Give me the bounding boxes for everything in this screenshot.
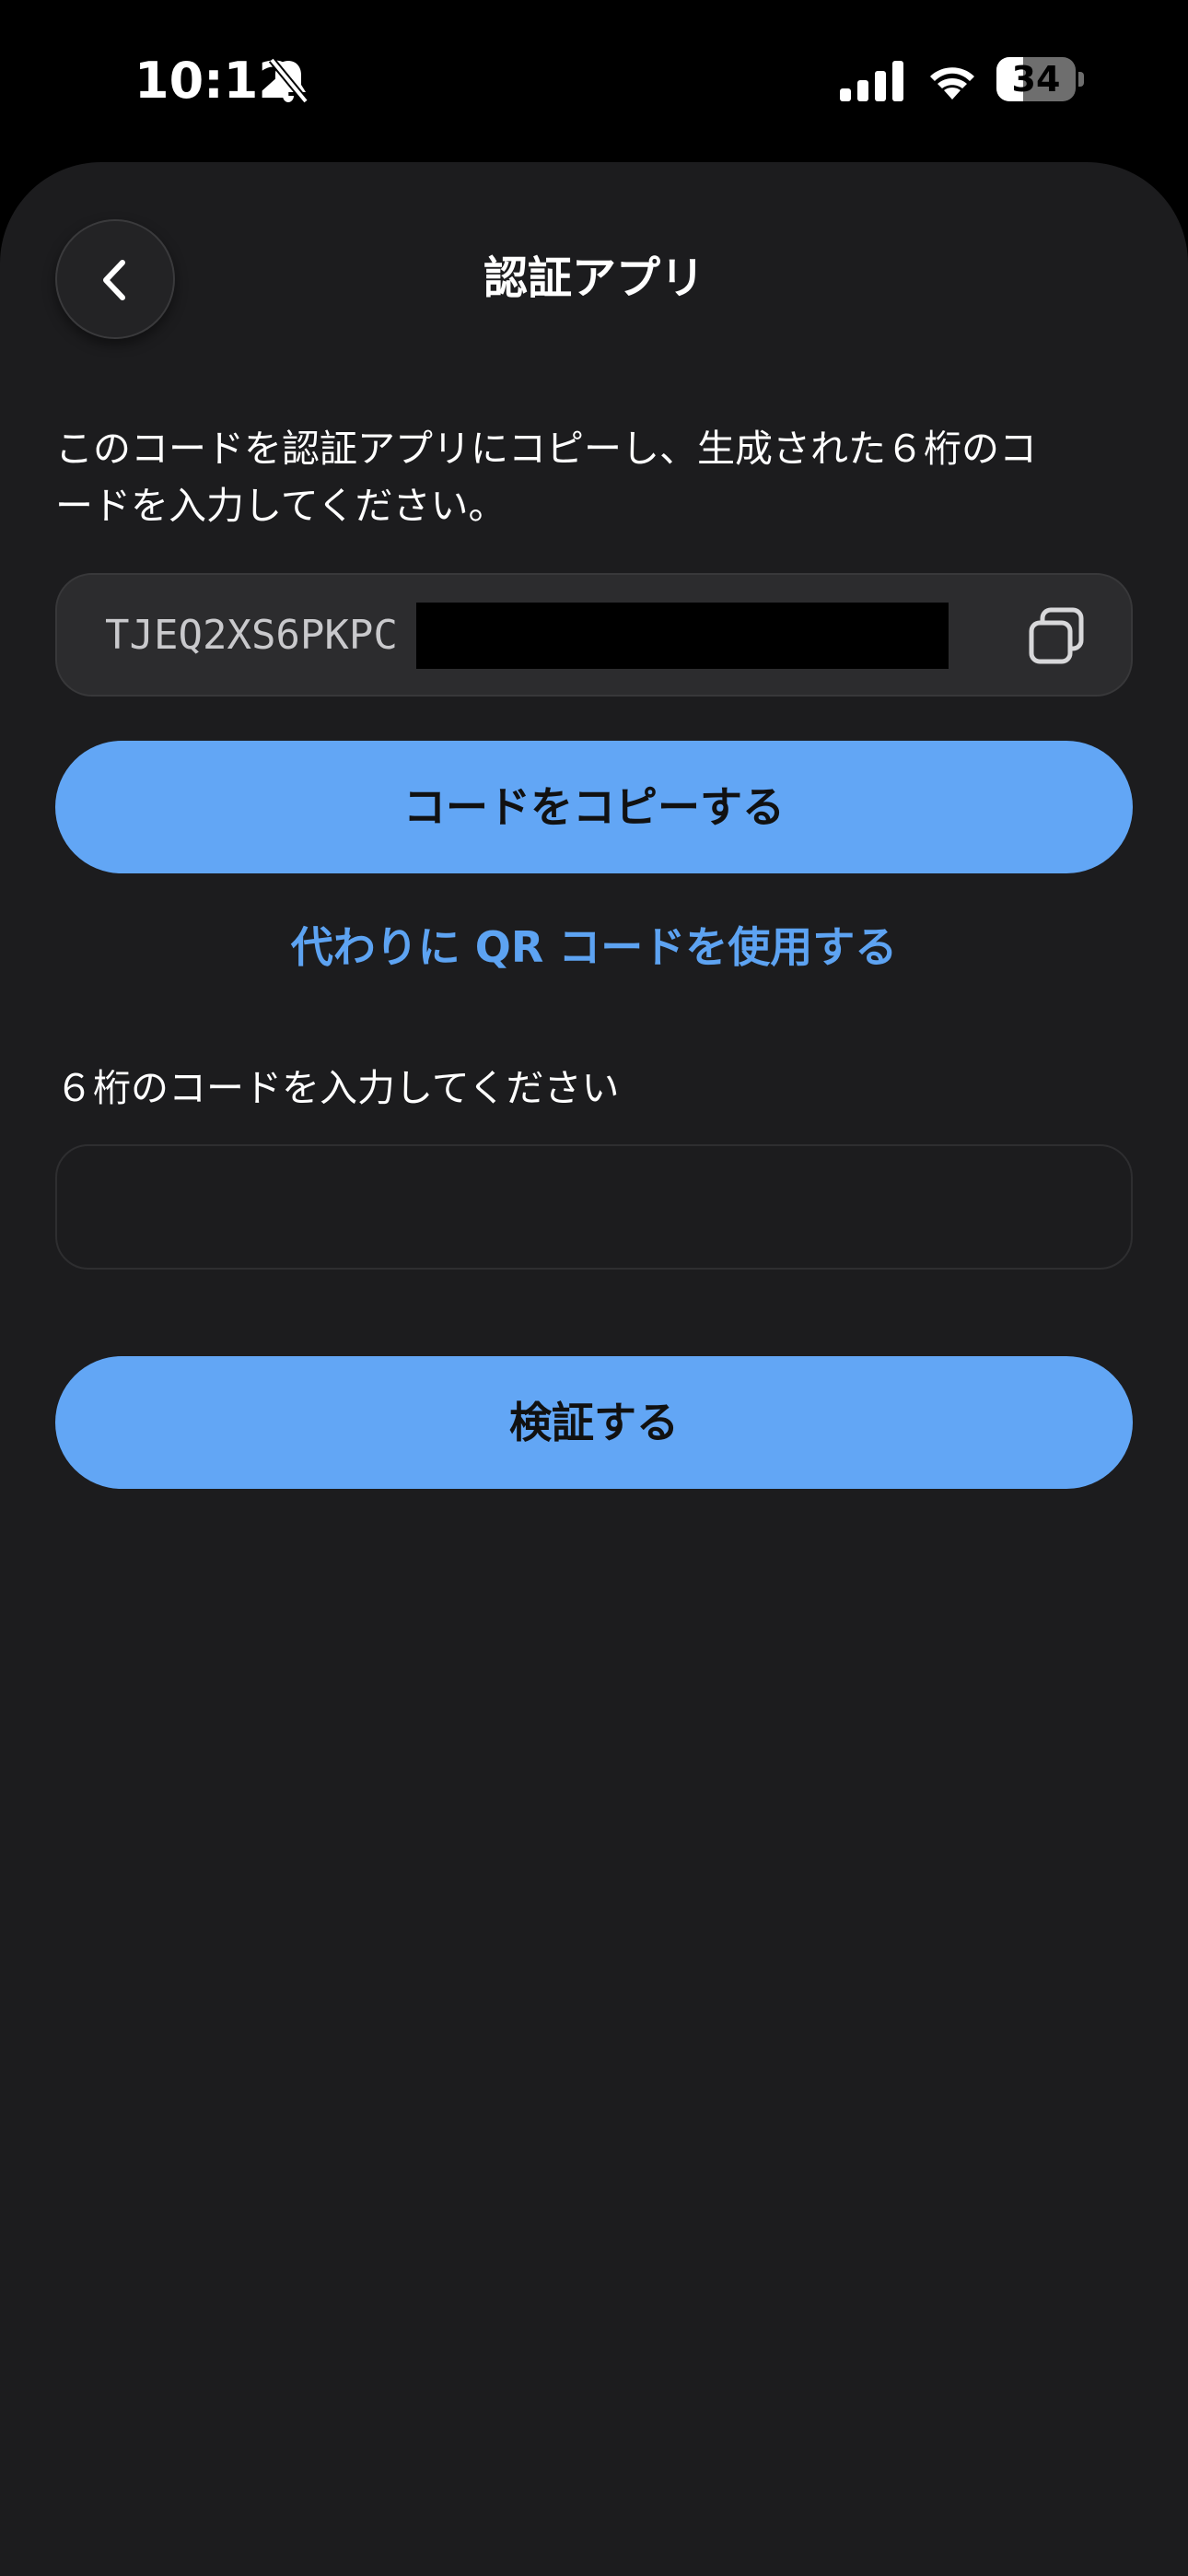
battery-cap	[1078, 72, 1084, 87]
secret-redaction	[416, 603, 949, 669]
instruction-text: このコードを認証アプリにコピーし、生成された６桁のコードを入力してください。	[55, 427, 1037, 528]
wifi-icon	[930, 67, 974, 100]
status-bar: 10:12 34	[0, 0, 1188, 157]
cellular-signal-icon	[840, 61, 903, 101]
battery-body: 34	[996, 57, 1076, 101]
copy-code-button[interactable]: コードをコピーする	[55, 741, 1133, 873]
secret-key-text: TJEQ2XS6PKPC	[105, 612, 398, 659]
verify-button[interactable]: 検証する	[55, 1356, 1133, 1489]
use-qr-code-link[interactable]: 代わりに QR コードを使用する	[0, 916, 1188, 978]
verification-code-input[interactable]	[55, 1144, 1133, 1270]
page-title: 認証アプリ	[483, 252, 705, 304]
battery-icon: 34	[996, 57, 1085, 103]
copy-icon[interactable]	[1024, 603, 1090, 669]
code-field-label: ６桁のコードを入力してください	[55, 1066, 620, 1110]
bell-slash-icon	[268, 57, 309, 104]
secret-key-field[interactable]: TJEQ2XS6PKPC	[55, 573, 1133, 697]
battery-level: 34	[1011, 59, 1061, 100]
